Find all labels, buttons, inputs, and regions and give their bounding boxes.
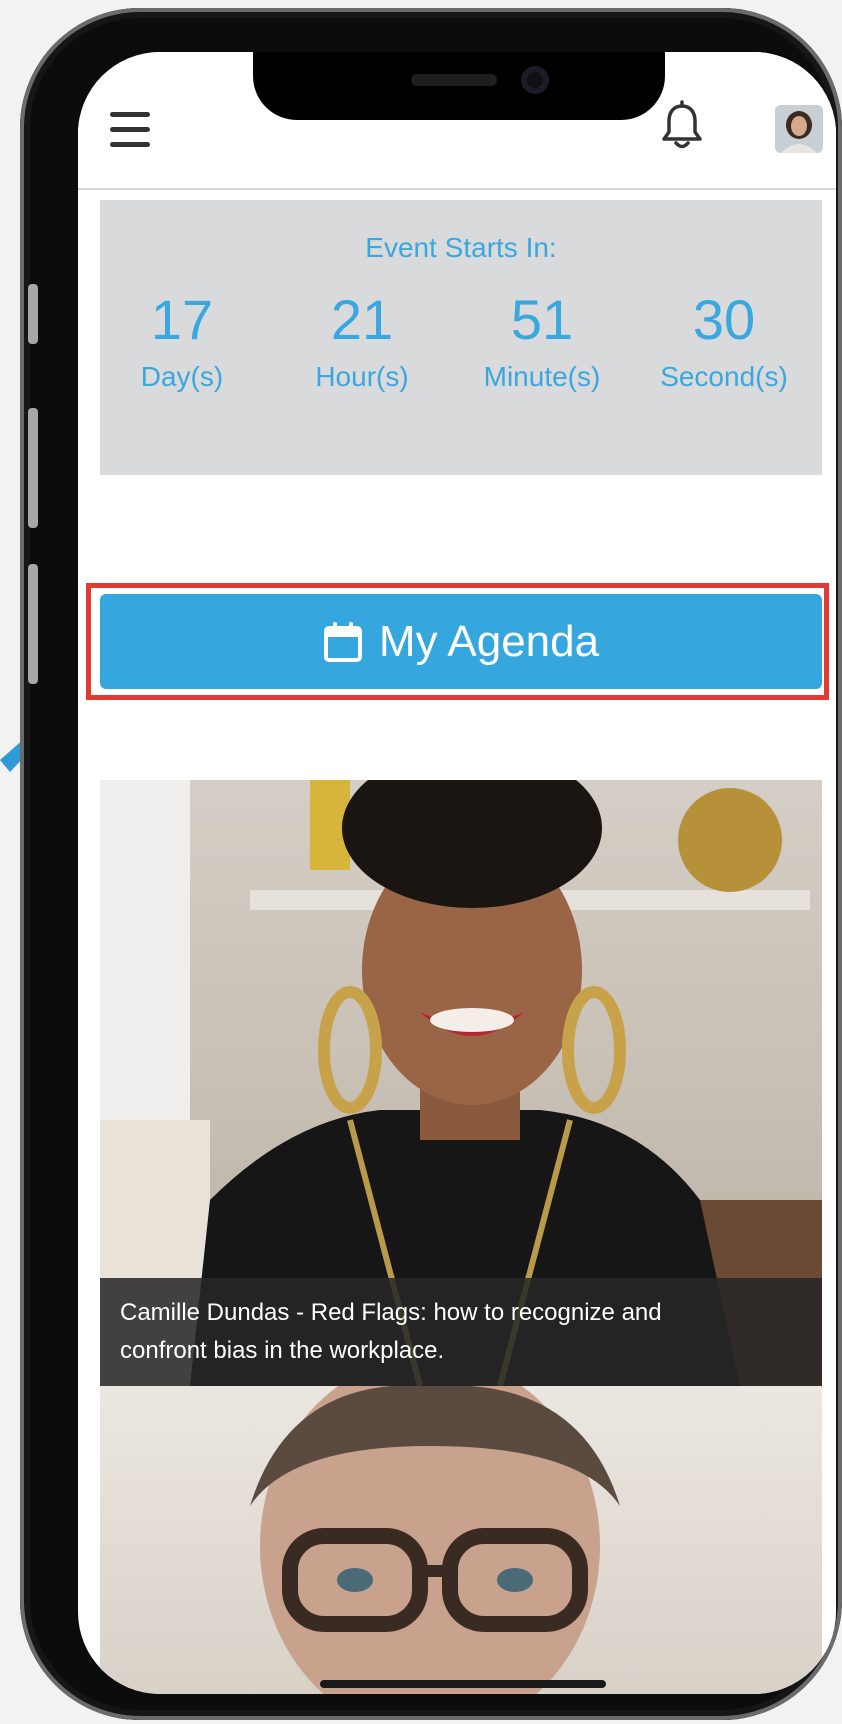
session-card[interactable]: [100, 1386, 822, 1694]
countdown-minutes: 51 Minute(s): [452, 288, 632, 394]
notch: [253, 52, 665, 120]
home-indicator[interactable]: [320, 1680, 606, 1688]
countdown-seconds: 30 Second(s): [634, 288, 814, 394]
speaker-photo: [250, 1386, 620, 1694]
hamburger-menu-icon[interactable]: [110, 112, 150, 148]
session-card[interactable]: Camille Dundas - Red Flags: how to recog…: [100, 780, 822, 1386]
my-agenda-button[interactable]: My Agenda: [100, 594, 822, 689]
bell-icon[interactable]: [660, 100, 704, 152]
countdown-days-value: 17: [150, 288, 214, 351]
phone-frame: Event Starts In: 17 Day(s) 21 Hour(s) 51…: [20, 8, 842, 1720]
my-agenda-label: My Agenda: [378, 616, 600, 666]
countdown-days-label: Day(s): [140, 361, 224, 392]
phone-volume-up: [28, 408, 38, 528]
front-camera: [521, 66, 549, 94]
session-caption-line-2: confront bias in the workplace.: [120, 1337, 445, 1364]
countdown-minutes-label: Minute(s): [483, 361, 601, 392]
avatar-portrait-icon: [775, 105, 823, 153]
countdown-seconds-label: Second(s): [660, 361, 788, 392]
user-avatar[interactable]: [775, 105, 823, 153]
phone-volume-down: [28, 564, 38, 684]
countdown-hours-value: 21: [330, 288, 394, 351]
countdown-hours: 21 Hour(s): [272, 288, 452, 394]
countdown-panel: Event Starts In: 17 Day(s) 21 Hour(s) 51…: [100, 200, 822, 475]
countdown-title: Event Starts In:: [365, 232, 557, 263]
speaker-grille: [411, 74, 497, 86]
calendar-icon: [323, 621, 362, 662]
phone-mute-switch: [28, 284, 38, 344]
phone-screen: Event Starts In: 17 Day(s) 21 Hour(s) 51…: [78, 52, 836, 1694]
countdown-hours-label: Hour(s): [315, 361, 409, 392]
session-caption-line-1: Camille Dundas - Red Flags: how to recog…: [120, 1299, 662, 1326]
session-caption: Camille Dundas - Red Flags: how to recog…: [100, 1278, 822, 1386]
countdown-seconds-value: 30: [692, 288, 756, 351]
countdown-days: 17 Day(s): [92, 288, 272, 394]
countdown-minutes-value: 51: [510, 288, 574, 351]
